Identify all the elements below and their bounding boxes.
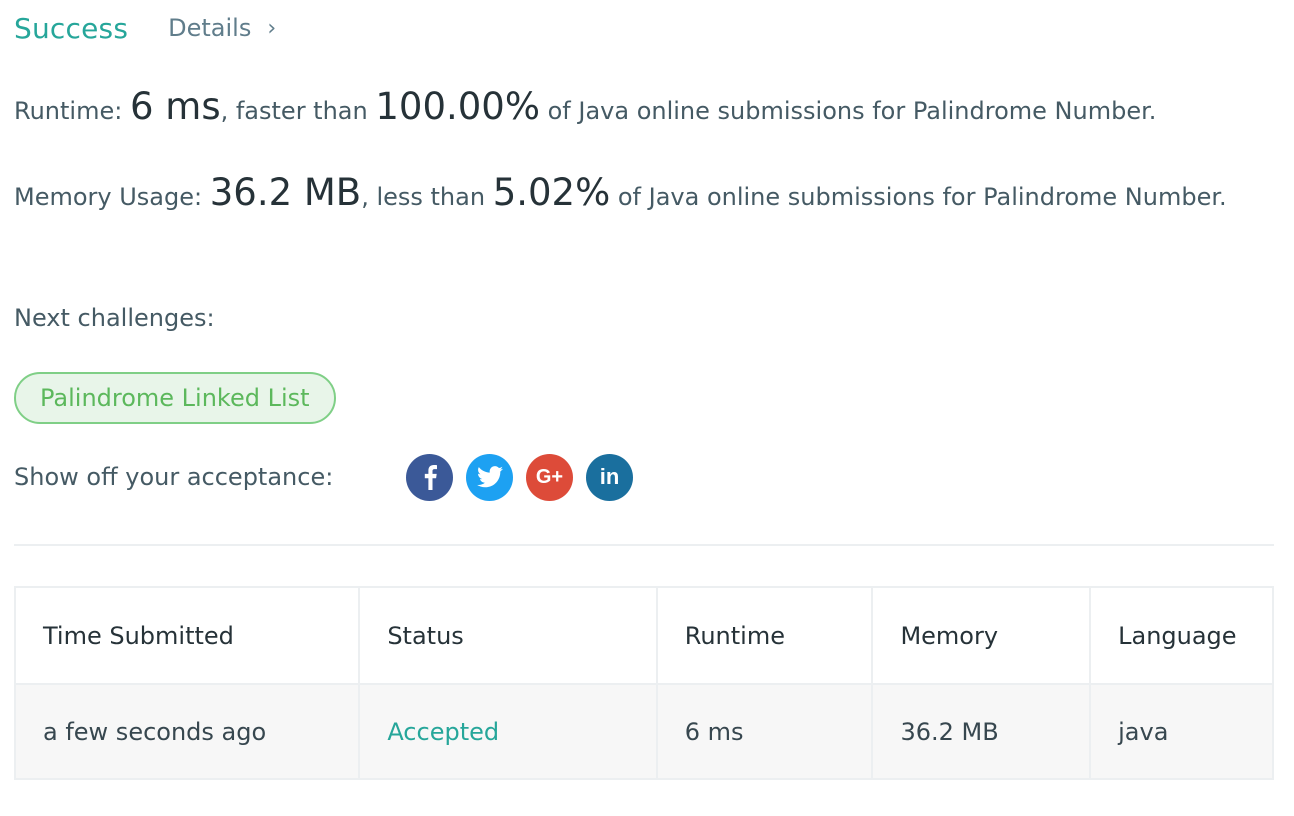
- column-header-status: Status: [358, 586, 658, 685]
- cell-runtime: 6 ms: [655, 683, 874, 780]
- column-header-runtime: Runtime: [655, 586, 874, 685]
- result-header: Success Details ›: [14, 8, 276, 48]
- facebook-icon: [424, 465, 437, 490]
- cell-status-link[interactable]: Accepted: [358, 683, 658, 780]
- memory-middle-text: , less than: [361, 183, 493, 211]
- memory-value: 36.2 MB: [209, 171, 362, 214]
- details-link[interactable]: Details ›: [168, 14, 276, 42]
- table-header-row: Time Submitted Status Runtime Memory Lan…: [13, 586, 1274, 685]
- challenge-palindrome-linked-list[interactable]: Palindrome Linked List: [14, 372, 336, 424]
- runtime-label: Runtime:: [14, 97, 130, 125]
- section-divider: [14, 544, 1274, 546]
- linkedin-share-button[interactable]: in: [586, 453, 633, 501]
- twitter-share-button[interactable]: [466, 453, 513, 501]
- share-label: Show off your acceptance:: [14, 463, 334, 491]
- memory-percent: 5.02%: [492, 171, 611, 214]
- memory-stat: Memory Usage: 36.2 MB, less than 5.02% o…: [14, 172, 1244, 218]
- runtime-suffix: of Java online submissions for Palindrom…: [539, 97, 1157, 125]
- details-label: Details: [168, 14, 252, 42]
- cell-memory: 36.2 MB: [871, 683, 1092, 780]
- cell-language: java: [1089, 683, 1274, 780]
- facebook-share-button[interactable]: [406, 453, 453, 501]
- linkedin-icon: in: [599, 464, 620, 489]
- column-header-memory: Memory: [871, 586, 1092, 685]
- twitter-icon: [476, 466, 503, 488]
- table-row: a few seconds ago Accepted 6 ms 36.2 MB …: [13, 683, 1274, 780]
- runtime-stat: Runtime: 6 ms, faster than 100.00% of Ja…: [14, 86, 1244, 132]
- runtime-percent: 100.00%: [375, 85, 540, 128]
- submissions-table: Time Submitted Status Runtime Memory Lan…: [13, 586, 1274, 780]
- runtime-middle-text: , faster than: [220, 97, 376, 125]
- column-header-time-submitted: Time Submitted: [13, 586, 361, 685]
- column-header-language: Language: [1089, 586, 1274, 685]
- share-row: Show off your acceptance: G+ in: [14, 452, 646, 502]
- result-status: Success: [14, 11, 129, 45]
- next-challenges-label: Next challenges:: [14, 304, 215, 332]
- chevron-right-icon: ›: [267, 15, 277, 41]
- google-plus-share-button[interactable]: G+: [526, 453, 573, 501]
- google-plus-icon: G+: [535, 466, 564, 488]
- memory-suffix: of Java online submissions for Palindrom…: [610, 183, 1227, 211]
- cell-time-submitted: a few seconds ago: [13, 683, 361, 780]
- runtime-value: 6 ms: [129, 85, 221, 128]
- memory-label: Memory Usage:: [14, 183, 210, 211]
